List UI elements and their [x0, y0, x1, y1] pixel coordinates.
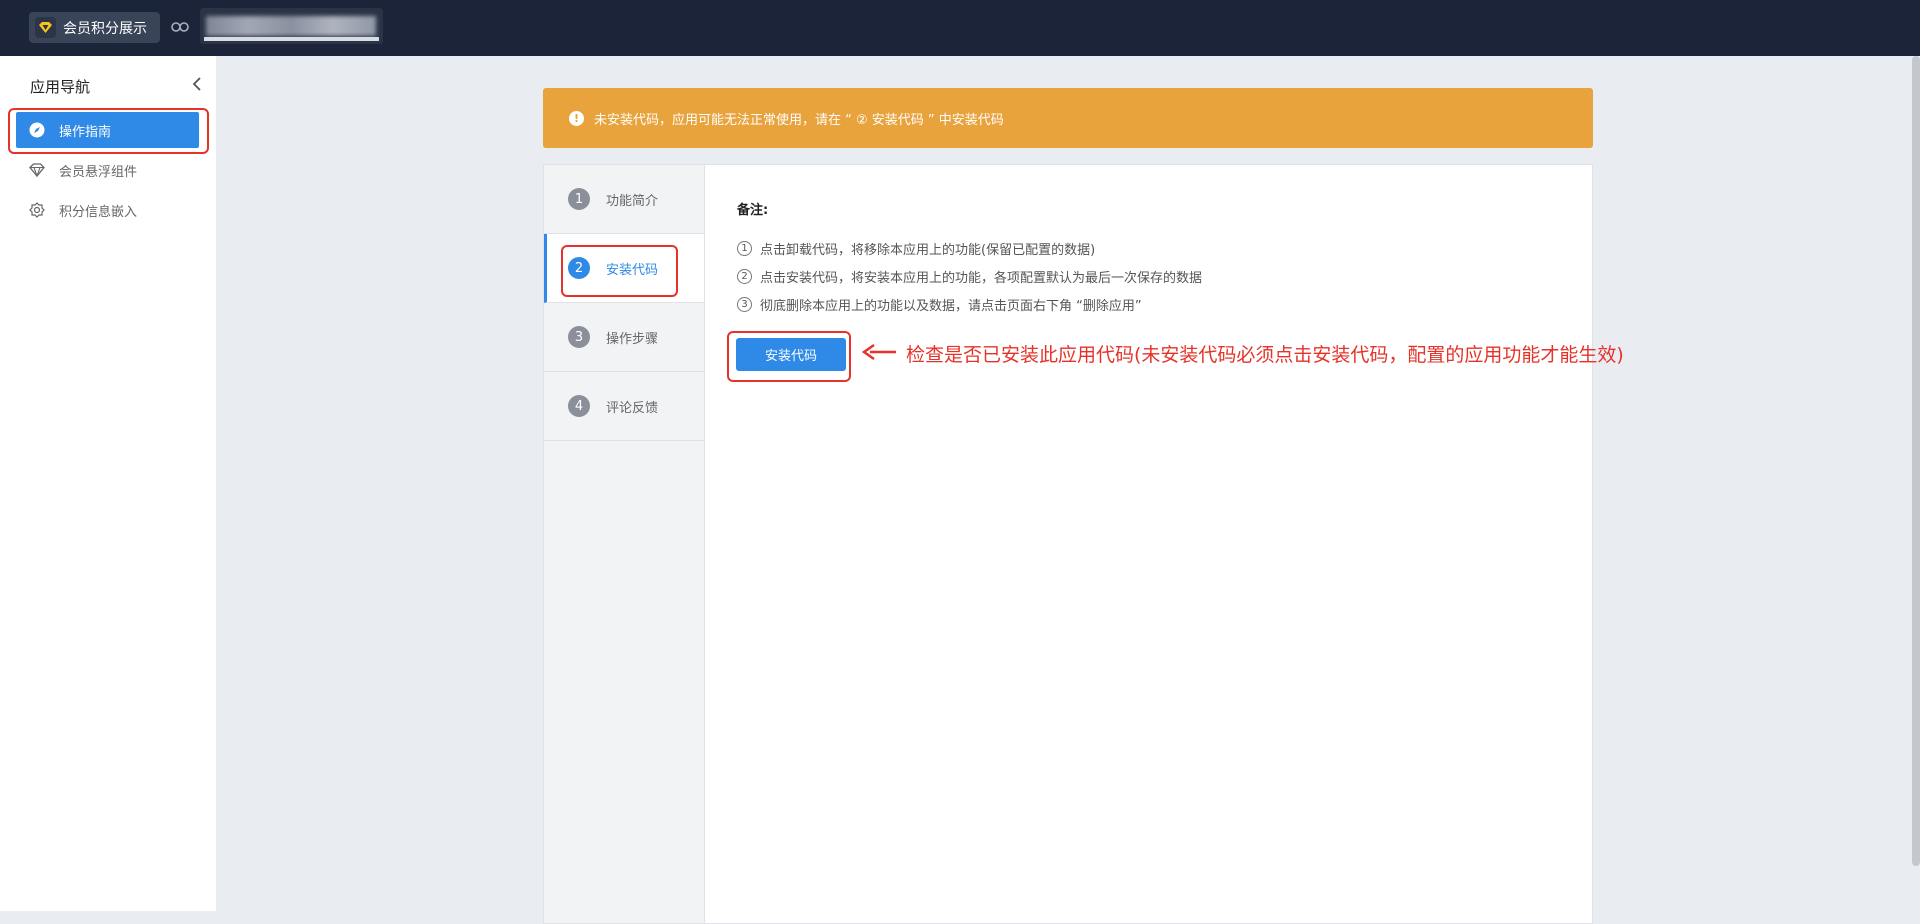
annotation-callout: 检查是否已安装此应用代码(未安装代码必须点击安装代码，配置的应用功能才能生效)	[906, 344, 1624, 366]
note-item: 2 点击安装代码，将安装本应用上的功能，各项配置默认为最后一次保存的数据	[737, 262, 1202, 290]
sidebar-title: 应用导航	[30, 78, 91, 96]
warning-text: 未安装代码，应用可能无法正常使用，请在 “ ② 安装代码 ” 中安装代码	[594, 112, 1004, 128]
step-number: 1	[568, 188, 590, 210]
app-name: 会员积分展示	[63, 20, 147, 37]
page-scrollbar[interactable]	[1912, 56, 1920, 866]
store-url	[200, 8, 383, 44]
step-label: 操作步骤	[606, 331, 659, 347]
step-number: 4	[568, 395, 590, 417]
blurred-url	[206, 16, 376, 36]
diamond-icon	[29, 162, 45, 178]
step-item-operation[interactable]: 3 操作步骤	[544, 303, 704, 372]
badge-icon	[29, 202, 45, 218]
note-text: 彻底删除本应用上的功能以及数据，请点击页面右下角 “删除应用”	[760, 298, 1142, 314]
diamond-icon	[35, 17, 56, 38]
step-number: 3	[568, 326, 590, 348]
url-underline	[204, 37, 379, 41]
note-number: 1	[737, 240, 752, 256]
install-code-button[interactable]: 安装代码	[736, 338, 846, 371]
annotation-arrow-icon	[861, 343, 898, 361]
step-label: 评论反馈	[606, 400, 659, 416]
app-switcher[interactable]: 会员积分展示	[29, 12, 160, 43]
main-card: 1 功能简介 2 安装代码 3 操作步骤 4 评论反馈 备注: 1 点击卸载代码…	[543, 164, 1593, 924]
sidebar-item-label: 积分信息嵌入	[59, 204, 138, 220]
note-item: 3 彻底删除本应用上的功能以及数据，请点击页面右下角 “删除应用”	[737, 290, 1202, 318]
annotation-box-step	[561, 245, 678, 297]
note-number: 2	[737, 268, 752, 284]
sidebar-item-label: 会员悬浮组件	[59, 164, 138, 180]
step-item-intro[interactable]: 1 功能简介	[544, 165, 704, 234]
notes-title: 备注:	[737, 203, 769, 218]
note-number: 3	[737, 296, 752, 312]
warning-banner: ! 未安装代码，应用可能无法正常使用，请在 “ ② 安装代码 ” 中安装代码	[543, 88, 1593, 148]
exclamation-icon: !	[569, 110, 584, 126]
note-text: 点击安装代码，将安装本应用上的功能，各项配置默认为最后一次保存的数据	[760, 270, 1203, 286]
sidebar: 应用导航 操作指南 会员悬浮组件 积分信息嵌入	[0, 56, 216, 911]
step-label: 功能简介	[606, 193, 659, 209]
collapse-chevron-icon[interactable]	[190, 76, 204, 92]
annotation-box-sidebar	[8, 108, 209, 154]
note-text: 点击卸载代码，将移除本应用上的功能(保留已配置的数据)	[760, 242, 1096, 258]
note-item: 1 点击卸载代码，将移除本应用上的功能(保留已配置的数据)	[737, 234, 1202, 262]
top-bar: 会员积分展示	[0, 0, 1920, 56]
install-content: 备注: 1 点击卸载代码，将移除本应用上的功能(保留已配置的数据) 2 点击安装…	[737, 199, 1202, 318]
link-icon[interactable]	[170, 17, 190, 37]
sidebar-item-points-embed[interactable]: 积分信息嵌入	[16, 192, 199, 228]
step-item-feedback[interactable]: 4 评论反馈	[544, 372, 704, 441]
sidebar-item-floating-widget[interactable]: 会员悬浮组件	[16, 152, 199, 188]
